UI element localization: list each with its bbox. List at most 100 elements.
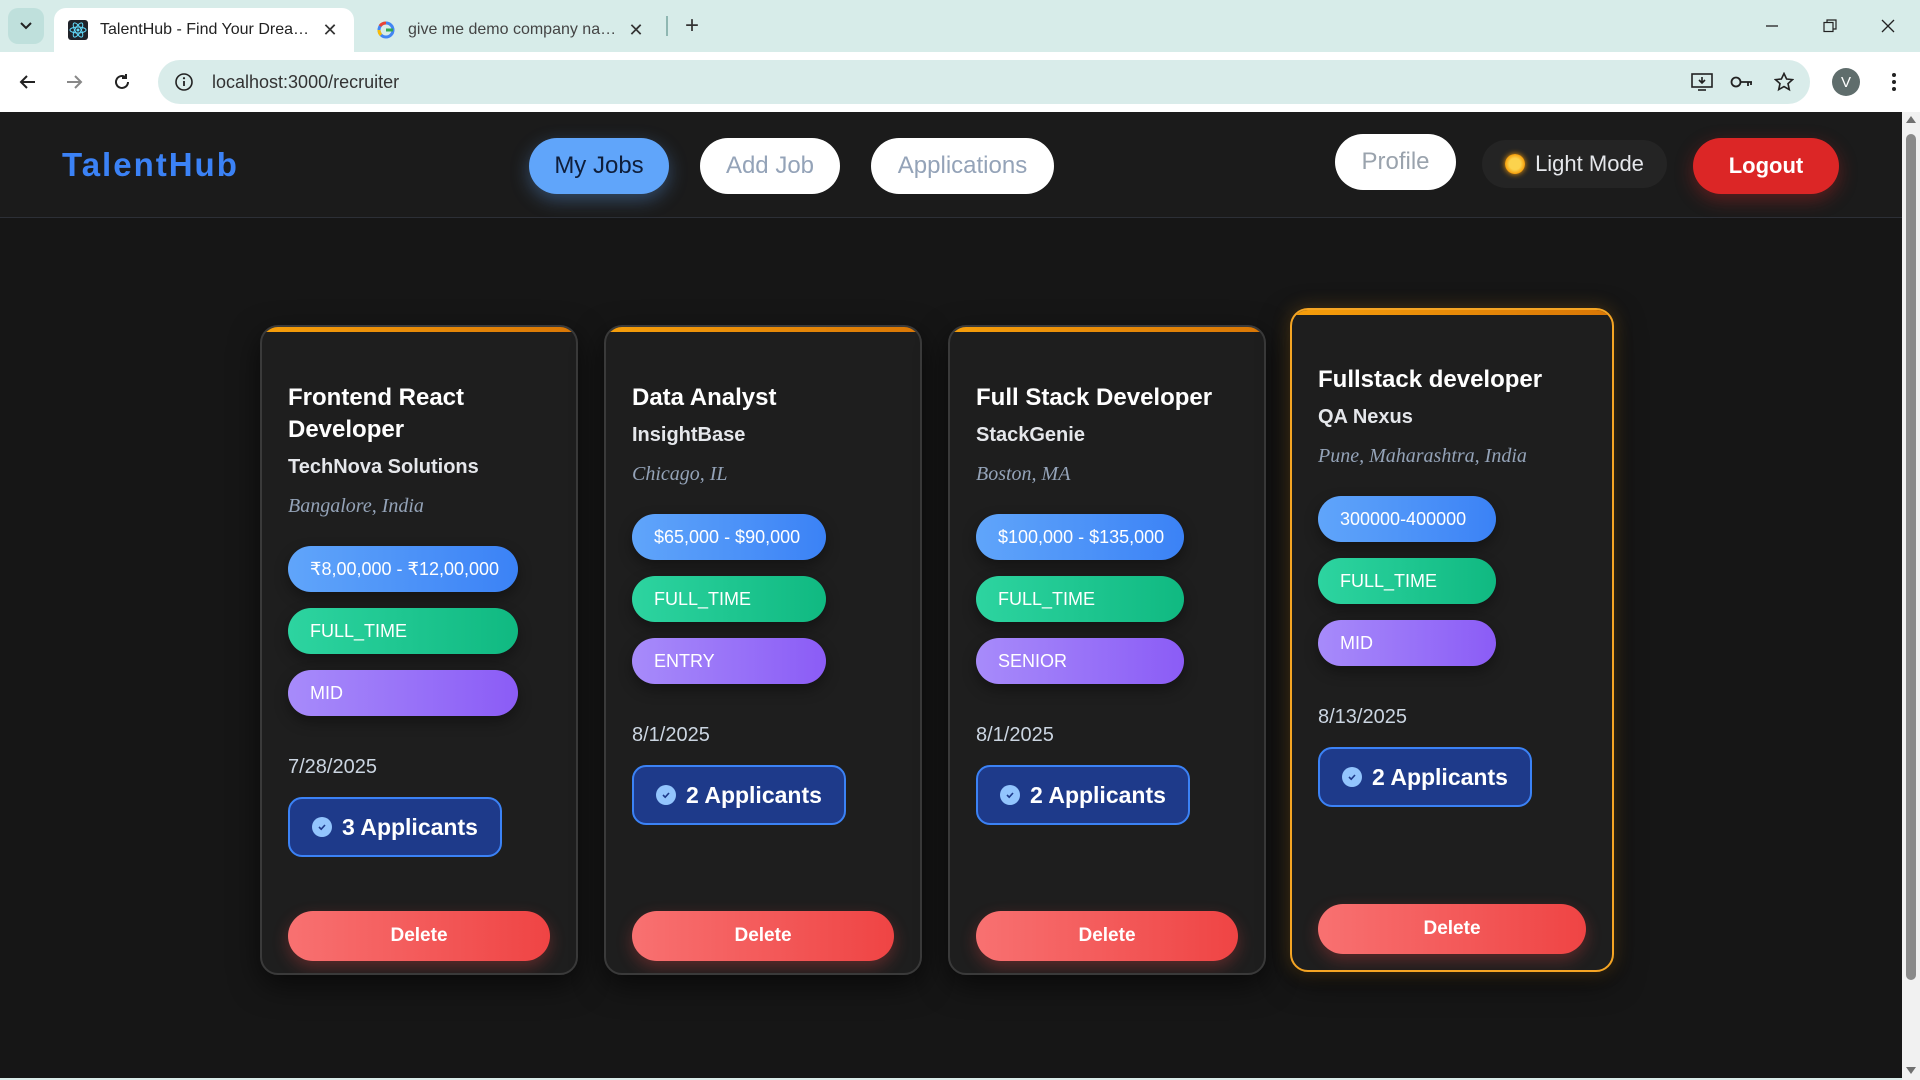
experience-level-tag: ENTRY: [632, 638, 826, 684]
close-tab-icon[interactable]: ✕: [320, 20, 340, 40]
restore-icon: [1823, 19, 1837, 33]
applicants-button[interactable]: 2 Applicants: [1318, 747, 1532, 807]
brand-logo[interactable]: TalentHub: [62, 146, 239, 184]
profile-avatar[interactable]: V: [1832, 68, 1860, 96]
theme-toggle-label: Light Mode: [1535, 151, 1644, 176]
url-text: localhost:3000/recruiter: [212, 71, 400, 92]
close-icon: [1881, 19, 1895, 33]
address-bar[interactable]: localhost:3000/recruiter: [158, 60, 1810, 104]
job-company: TechNova Solutions: [288, 456, 479, 478]
job-card: Full Stack Developer StackGenie Boston, …: [948, 325, 1266, 975]
job-type-tag: FULL_TIME: [976, 576, 1184, 622]
restore-button[interactable]: [1806, 8, 1854, 44]
browser-menu-button[interactable]: [1876, 64, 1912, 100]
logout-button[interactable]: Logout: [1693, 138, 1839, 194]
applicants-count: 2 Applicants: [1372, 763, 1508, 790]
back-button[interactable]: [10, 64, 46, 100]
applicants-count: 3 Applicants: [342, 813, 478, 840]
salary-tag: $65,000 - $90,000: [632, 514, 826, 560]
job-location: Boston, MA: [976, 463, 1071, 485]
job-title: Data Analyst: [632, 384, 777, 411]
browser-tab-google[interactable]: give me demo company name ✕: [362, 8, 660, 52]
applicants-button[interactable]: 2 Applicants: [976, 765, 1190, 825]
check-circle-icon: [312, 817, 332, 837]
nav-add-job-button[interactable]: Add Job: [700, 138, 840, 194]
browser-toolbar: localhost:3000/recruiter V: [0, 52, 1920, 112]
check-circle-icon: [1342, 767, 1362, 787]
delete-job-button[interactable]: Delete: [976, 911, 1238, 961]
app-navbar: TalentHub My Jobs Add Job Applications P…: [0, 112, 1902, 218]
scroll-down-arrow[interactable]: [1906, 1067, 1916, 1074]
chevron-down-icon: [20, 22, 32, 30]
scrollbar-thumb[interactable]: [1906, 134, 1916, 980]
job-card: Data Analyst InsightBase Chicago, IL $65…: [604, 325, 922, 975]
tab-title: TalentHub - Find Your Dream Jo: [100, 21, 312, 38]
nav-profile-button[interactable]: Profile: [1335, 134, 1456, 190]
minimize-button[interactable]: [1748, 8, 1796, 44]
reload-icon: [115, 74, 129, 89]
job-location: Bangalore, India: [288, 495, 424, 517]
applicants-count: 2 Applicants: [686, 781, 822, 808]
scroll-up-arrow[interactable]: [1906, 116, 1916, 123]
posted-date: 8/1/2025: [632, 724, 710, 746]
salary-tag: 300000-400000: [1318, 496, 1496, 542]
posted-date: 8/13/2025: [1318, 706, 1407, 728]
job-title: Full Stack Developer: [976, 384, 1213, 411]
browser-tab-talenthub[interactable]: TalentHub - Find Your Dream Jo ✕: [54, 8, 354, 52]
job-title: Fullstack developer: [1318, 366, 1543, 393]
page-viewport: TalentHub My Jobs Add Job Applications P…: [0, 112, 1902, 1078]
nav-my-jobs-button[interactable]: My Jobs: [529, 138, 669, 194]
reload-button[interactable]: [104, 64, 140, 100]
applicants-count: 2 Applicants: [1030, 781, 1166, 808]
experience-level-tag: MID: [1318, 620, 1496, 666]
applicants-button[interactable]: 2 Applicants: [632, 765, 846, 825]
sun-icon: [1505, 154, 1526, 174]
theme-toggle-button[interactable]: Light Mode: [1482, 140, 1667, 188]
job-card: Frontend React Developer TechNova Soluti…: [260, 325, 578, 975]
minimize-icon: [1766, 25, 1778, 27]
react-icon: [68, 20, 88, 40]
check-circle-icon: [656, 785, 676, 805]
arrow-right-icon: [67, 75, 83, 89]
tab-search-button[interactable]: [8, 8, 44, 44]
forward-button[interactable]: [56, 64, 92, 100]
close-window-button[interactable]: [1864, 8, 1912, 44]
bookmark-star-icon[interactable]: [1766, 64, 1802, 100]
job-tags: $100,000 - $135,000 FULL_TIME SENIOR: [976, 514, 1184, 684]
job-location: Chicago, IL: [632, 463, 728, 485]
salary-tag: $100,000 - $135,000: [976, 514, 1184, 560]
job-type-tag: FULL_TIME: [632, 576, 826, 622]
experience-level-tag: MID: [288, 670, 518, 716]
applicants-button[interactable]: 3 Applicants: [288, 797, 502, 857]
nav-applications-button[interactable]: Applications: [871, 138, 1054, 194]
close-tab-icon[interactable]: ✕: [626, 20, 646, 40]
delete-job-button[interactable]: Delete: [1318, 904, 1586, 954]
job-type-tag: FULL_TIME: [288, 608, 518, 654]
job-type-tag: FULL_TIME: [1318, 558, 1496, 604]
job-company: InsightBase: [632, 424, 746, 446]
google-icon: [376, 20, 396, 40]
new-tab-button[interactable]: +: [678, 12, 706, 40]
job-company: StackGenie: [976, 424, 1085, 446]
job-company: QA Nexus: [1318, 406, 1413, 428]
salary-tag: ₹8,00,000 - ₹12,00,000: [288, 546, 518, 592]
experience-level-tag: SENIOR: [976, 638, 1184, 684]
delete-job-button[interactable]: Delete: [288, 911, 550, 961]
check-circle-icon: [1000, 785, 1020, 805]
posted-date: 8/1/2025: [976, 724, 1054, 746]
posted-date: 7/28/2025: [288, 756, 377, 778]
job-card: Fullstack developer QA Nexus Pune, Mahar…: [1290, 308, 1614, 972]
more-vertical-icon: [1892, 73, 1896, 91]
job-tags: $65,000 - $90,000 FULL_TIME ENTRY: [632, 514, 826, 684]
tab-separator: [666, 16, 668, 36]
page-scrollbar[interactable]: [1902, 112, 1920, 1080]
delete-job-button[interactable]: Delete: [632, 911, 894, 961]
arrow-left-icon: [19, 75, 35, 89]
browser-tabstrip: TalentHub - Find Your Dream Jo ✕ give me…: [0, 0, 1920, 52]
install-app-icon[interactable]: [1684, 64, 1720, 100]
site-info-icon[interactable]: [166, 64, 202, 100]
password-key-icon[interactable]: [1724, 64, 1760, 100]
job-tags: ₹8,00,000 - ₹12,00,000 FULL_TIME MID: [288, 546, 518, 716]
job-location: Pune, Maharashtra, India: [1318, 445, 1527, 467]
job-tags: 300000-400000 FULL_TIME MID: [1318, 496, 1496, 666]
